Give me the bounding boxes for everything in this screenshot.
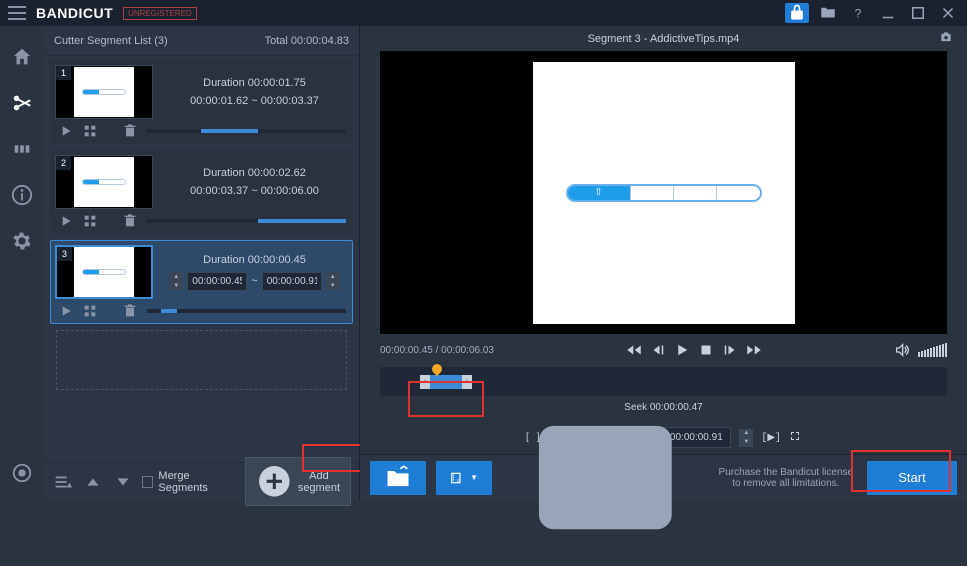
segment-card-selected[interactable]: 3 Duration 00:00:00.45 ▲▼ ~ ▲▼	[50, 240, 353, 324]
help-icon[interactable]: ?	[847, 4, 869, 22]
segment-card[interactable]: 2 Duration 00:00:02.62 00:00:03.37 ~ 00:…	[50, 150, 353, 234]
down-icon[interactable]	[112, 471, 134, 493]
spinner-from[interactable]: ▲▼	[169, 272, 183, 290]
preview-title: Segment 3 - AddictiveTips.mp4	[588, 33, 740, 45]
menu-hamburger[interactable]	[8, 6, 26, 20]
play-icon[interactable]	[57, 213, 75, 229]
camera-icon[interactable]	[937, 30, 955, 47]
segment-progress[interactable]	[147, 219, 346, 223]
segment-number: 1	[56, 66, 71, 80]
timeline[interactable]: › ‹	[380, 367, 947, 396]
add-placeholder[interactable]	[56, 330, 347, 390]
step-back-icon[interactable]	[649, 341, 667, 359]
timeline-segment[interactable]: › ‹	[420, 375, 472, 389]
open-file-button[interactable]	[370, 461, 426, 495]
trash-icon[interactable]	[121, 123, 139, 139]
unregistered-badge: UNREGISTERED	[123, 7, 197, 20]
segment-thumbnail: 1	[55, 65, 153, 119]
add-segment-button[interactable]: Add segment	[245, 457, 351, 506]
home-icon[interactable]	[11, 46, 33, 68]
grid-icon[interactable]	[81, 213, 99, 229]
minimize-icon[interactable]	[877, 4, 899, 22]
grid-icon[interactable]	[81, 123, 99, 139]
logo-suffix: CUT	[83, 5, 113, 21]
timecode-label: 00:00:00.45 / 00:00:06.03	[380, 345, 494, 356]
video-preview: ⇧	[380, 51, 947, 333]
merge-label: Merge Segments	[158, 470, 237, 494]
lock-icon[interactable]	[785, 3, 809, 23]
add-segment-label: Add segment	[298, 470, 340, 494]
grid-icon[interactable]	[81, 303, 99, 319]
merge-checkbox[interactable]: Merge Segments	[142, 470, 237, 494]
tilde: ~	[251, 275, 257, 287]
close-icon[interactable]	[937, 4, 959, 22]
folder-icon[interactable]	[817, 4, 839, 22]
preview-progressbar: ⇧	[566, 184, 762, 202]
step-fwd-icon[interactable]	[721, 341, 739, 359]
play-icon[interactable]	[57, 123, 75, 139]
segment-number: 2	[56, 156, 71, 170]
start-button[interactable]: Start	[867, 461, 957, 495]
svg-text:?: ?	[855, 7, 862, 21]
duration-label: Duration 00:00:00.45	[203, 254, 306, 266]
segment-list-total: Total 00:00:04.83	[265, 35, 349, 47]
app-logo: BANDICUT	[36, 5, 113, 21]
split-icon[interactable]	[11, 138, 33, 160]
trash-icon[interactable]	[121, 303, 139, 319]
list-menu-icon[interactable]	[52, 471, 74, 493]
time-to-input[interactable]	[262, 272, 322, 291]
maximize-icon[interactable]	[907, 4, 929, 22]
volume-slider[interactable]	[918, 343, 947, 357]
settings-icon[interactable]	[11, 230, 33, 252]
volume-icon[interactable]	[894, 342, 910, 358]
play-icon[interactable]	[673, 341, 691, 359]
segment-number: 3	[57, 247, 72, 261]
segment-list-title: Cutter Segment List (3)	[54, 35, 265, 47]
skip-back-icon[interactable]	[625, 341, 643, 359]
segment-progress[interactable]	[147, 129, 346, 133]
trash-icon[interactable]	[121, 213, 139, 229]
duration-label: Duration 00:00:02.62	[203, 167, 306, 179]
segment-thumbnail: 2	[55, 155, 153, 209]
info-icon[interactable]	[11, 184, 33, 206]
duration-label: Duration 00:00:01.75	[203, 77, 306, 89]
license-text: Purchase the Bandicut license to remove …	[715, 467, 857, 489]
time-from-input[interactable]	[187, 272, 247, 291]
svg-text:P: P	[457, 478, 460, 483]
handle-right[interactable]: ‹	[462, 375, 472, 389]
record-icon[interactable]	[11, 462, 33, 484]
skip-fwd-icon[interactable]	[745, 341, 763, 359]
stop-icon[interactable]	[697, 341, 715, 359]
spinner-to[interactable]: ▲▼	[326, 272, 340, 290]
logo-prefix: BANDI	[36, 5, 83, 21]
up-icon[interactable]	[82, 471, 104, 493]
cut-icon[interactable]	[11, 92, 33, 114]
handle-left[interactable]: ›	[420, 375, 430, 389]
segment-progress[interactable]	[147, 309, 346, 313]
segment-card[interactable]: 1 Duration 00:00:01.75 00:00:01.62 ~ 00:…	[50, 60, 353, 144]
segment-thumbnail: 3	[55, 245, 153, 299]
play-icon[interactable]	[57, 303, 75, 319]
range-label: 00:00:03.37 ~ 00:00:06.00	[190, 185, 319, 197]
range-label: 00:00:01.62 ~ 00:00:03.37	[190, 95, 319, 107]
project-button[interactable]: P▼	[436, 461, 492, 495]
